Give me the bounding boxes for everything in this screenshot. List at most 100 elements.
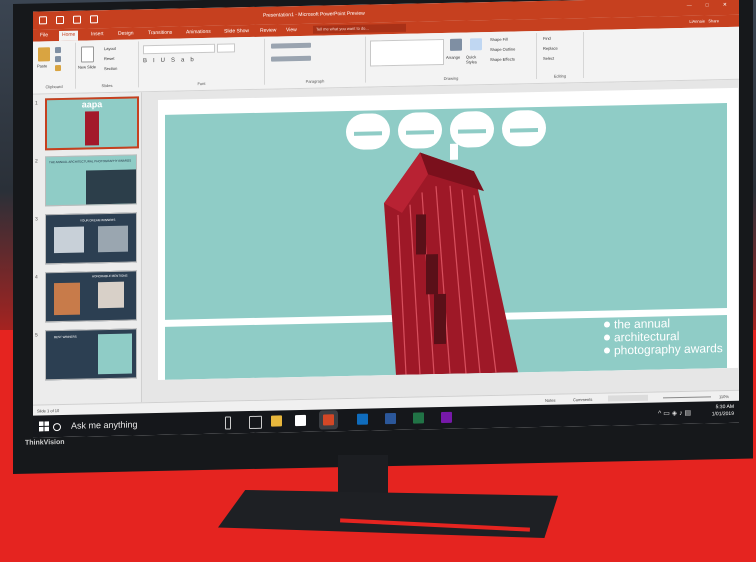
tab-insert[interactable]: Insert — [88, 30, 107, 40]
find-button[interactable]: Find — [543, 36, 551, 41]
format-painter-icon[interactable] — [55, 64, 61, 72]
slide-thumbnail[interactable]: YOUR DREAM WINNERS — [45, 212, 137, 265]
thumb-number: 5 — [35, 332, 38, 339]
tell-me-input[interactable]: Tell me what you want to do... — [313, 23, 406, 34]
view-buttons[interactable] — [608, 394, 648, 402]
font-style-buttons[interactable]: BIUSab — [143, 57, 200, 64]
word-icon[interactable] — [385, 412, 396, 425]
photo-image — [54, 226, 84, 254]
slide-thumbnail[interactable]: aapa — [45, 96, 139, 151]
powerpoint-taskbar-icon[interactable] — [323, 414, 334, 426]
undo-icon[interactable] — [56, 15, 64, 25]
thumb-title: BEST WINNERS — [54, 334, 77, 340]
align-buttons[interactable] — [271, 55, 311, 62]
excel-icon[interactable] — [413, 412, 424, 424]
tab-animations[interactable]: Animations — [183, 28, 214, 39]
account-area: LiAnnaie Share — [689, 18, 719, 24]
slide-counter: Slide 1 of 10 — [37, 408, 60, 414]
notes-button[interactable]: Notes — [545, 398, 555, 403]
thumb-title: THE ANNUAL ARCHITECTURAL PHOTOGRAPHY AWA… — [49, 158, 132, 165]
editing-group-label: Editing — [553, 73, 567, 79]
current-slide[interactable]: aapa — [158, 87, 738, 380]
tab-file[interactable]: File — [37, 31, 51, 41]
copy-icon[interactable] — [55, 55, 61, 63]
thumb-number: 2 — [35, 158, 38, 165]
replace-button[interactable]: Replace — [543, 46, 558, 51]
zoom-slider[interactable] — [663, 396, 711, 399]
building-image — [85, 111, 99, 146]
onenote-icon[interactable] — [441, 411, 452, 424]
clock[interactable]: 5:30 AM 1/01/2019 — [712, 404, 734, 418]
font-name-box[interactable] — [143, 43, 215, 55]
quick-styles-button[interactable]: Quick Styles — [466, 54, 484, 64]
paste-icon[interactable] — [38, 47, 50, 62]
tab-transitions[interactable]: Transitions — [145, 29, 175, 40]
tab-design[interactable]: Design — [115, 29, 137, 39]
new-slide-icon[interactable] — [81, 46, 94, 63]
slide-thumbnail[interactable]: BEST WINNERS — [45, 328, 137, 381]
paragraph-group: Paragraph — [265, 36, 366, 85]
account-name[interactable]: LiAnnaie — [689, 19, 705, 24]
photo-image — [98, 281, 124, 309]
minimize-button[interactable]: — — [687, 3, 692, 9]
font-group: BIUSab Font — [139, 38, 265, 88]
drawing-group-label: Drawing — [443, 75, 459, 81]
thumb-title: HONORABLE MENTIONS — [92, 273, 128, 279]
thumb-title: YOUR DREAM WINNERS — [80, 217, 116, 223]
slides-group: New Slide Layout Reset Section Slides — [76, 41, 139, 89]
microphone-icon[interactable] — [225, 416, 231, 430]
slide-thumbnail[interactable]: THE ANNUAL ARCHITECTURAL PHOTOGRAPHY AWA… — [45, 154, 137, 207]
shape-fill-button[interactable]: Shape Fill — [490, 37, 508, 42]
shape-outline-button[interactable]: Shape Outline — [490, 46, 515, 52]
tab-view[interactable]: View — [283, 26, 300, 36]
slide-canvas-area: aapa — [142, 79, 739, 403]
cut-icon[interactable] — [55, 46, 61, 54]
photo-image — [98, 333, 132, 375]
photo-image — [98, 225, 128, 253]
thumb-title: aapa — [81, 99, 103, 110]
font-group-label: Font — [197, 80, 206, 87]
slide-thumbnail[interactable]: HONORABLE MENTIONS — [45, 270, 137, 323]
windows-start-icon[interactable] — [39, 421, 49, 432]
share-button[interactable]: Share — [708, 18, 719, 23]
clock-date: 1/01/2019 — [711, 410, 734, 418]
new-slide-label[interactable]: New Slide — [78, 64, 98, 69]
save-icon[interactable] — [39, 16, 47, 25]
slide-thumbnail-pane: 1 aapa 2 THE ANNUAL ARCHITECTURAL PHOTOG… — [33, 92, 142, 405]
thumb-number: 4 — [35, 274, 38, 281]
system-tray-icons[interactable]: ^ ▭ ◈ ♪ ▤ — [658, 409, 691, 418]
shape-effects-button[interactable]: Shape Effects — [490, 56, 515, 62]
photo-image — [54, 282, 80, 316]
outlook-icon[interactable] — [357, 413, 368, 425]
store-icon[interactable] — [295, 414, 306, 427]
zoom-level[interactable]: 110% — [719, 394, 729, 399]
caption-line: photography awards — [604, 341, 723, 357]
select-button[interactable]: Select — [543, 56, 554, 61]
present-icon[interactable] — [90, 15, 98, 24]
task-view-icon[interactable] — [249, 415, 262, 430]
window-title: Presentation1 - Microsoft PowerPoint Pre… — [263, 10, 365, 19]
arrange-button[interactable]: Arrange — [446, 55, 460, 60]
paragraph-group-label: Paragraph — [305, 78, 325, 84]
close-button[interactable]: ✕ — [723, 2, 727, 8]
slide-caption: the annual architectural photography awa… — [604, 316, 723, 357]
font-size-box[interactable] — [217, 43, 235, 53]
quick-styles-icon[interactable] — [470, 38, 482, 51]
monitor-stand-neck — [338, 455, 388, 495]
section-button[interactable]: Section — [104, 66, 117, 71]
redo-icon[interactable] — [73, 15, 81, 24]
maximize-button[interactable]: □ — [706, 2, 709, 8]
comments-button[interactable]: Comments — [573, 397, 592, 402]
list-buttons[interactable] — [271, 42, 311, 49]
brand-logo: ThinkVision — [25, 438, 65, 447]
shapes-gallery[interactable] — [370, 38, 444, 67]
tab-review[interactable]: Review — [257, 26, 279, 36]
reset-button[interactable]: Reset — [104, 56, 114, 61]
arrange-icon[interactable] — [450, 38, 462, 51]
tab-home[interactable]: Home — [59, 30, 79, 42]
file-explorer-icon[interactable] — [271, 415, 282, 427]
cortana-search[interactable]: Ask me anything — [53, 414, 228, 434]
tab-slide-show[interactable]: Slide Show — [221, 27, 252, 38]
layout-button[interactable]: Layout — [104, 46, 116, 51]
thumb-number: 1 — [35, 100, 38, 107]
